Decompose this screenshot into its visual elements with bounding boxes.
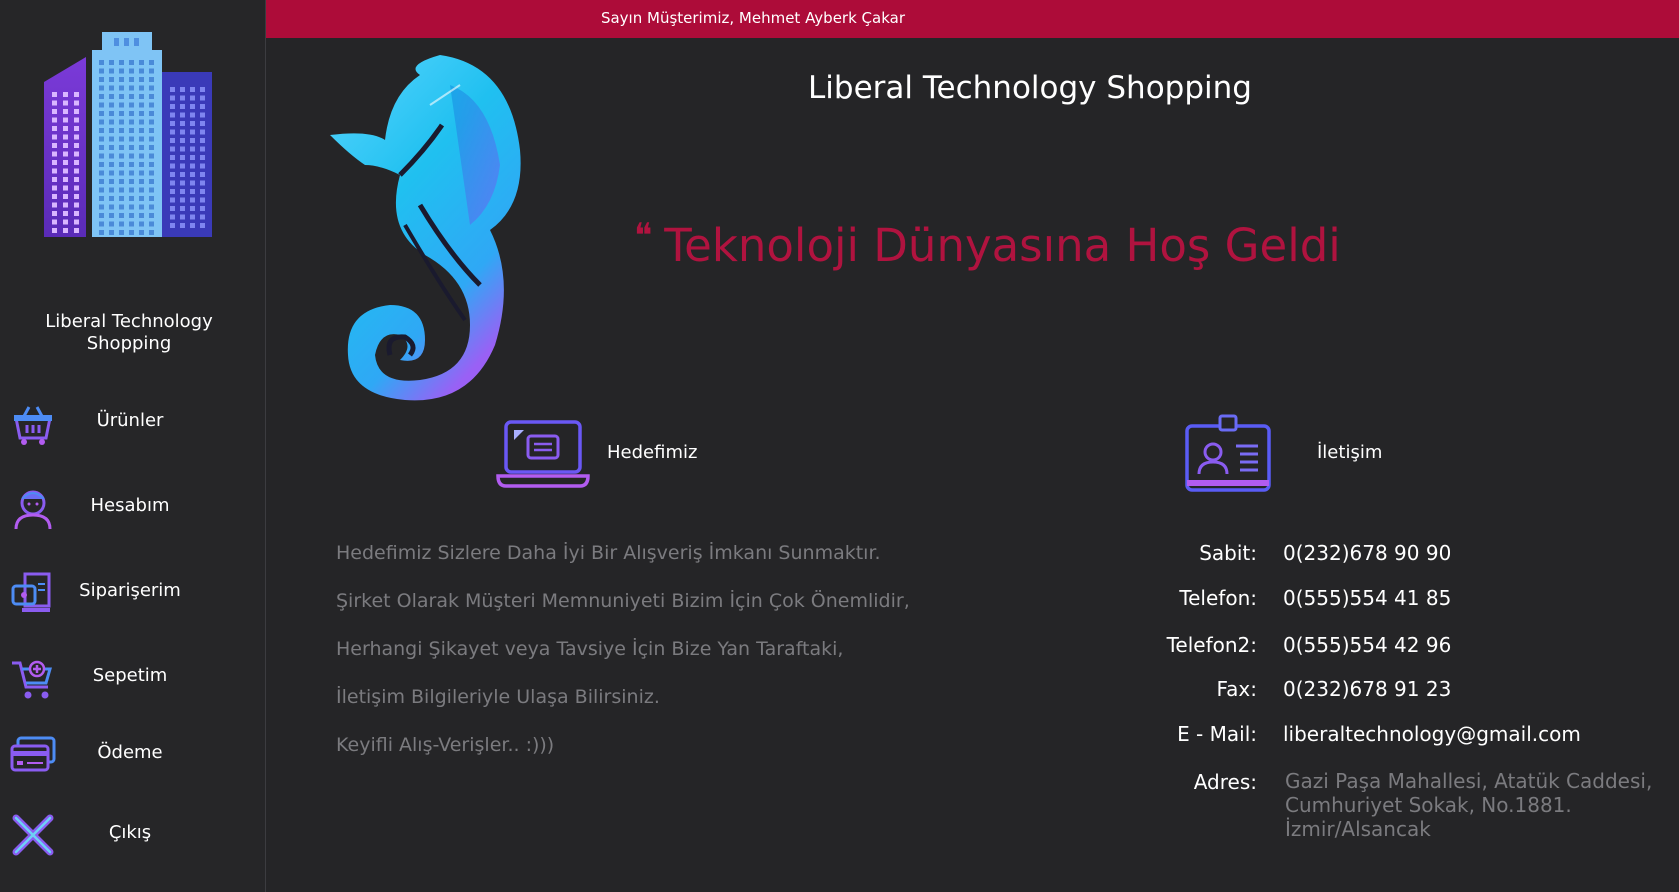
contact-value-sabit: 0(232)678 90 90 [1283,541,1452,565]
id-card-icon [1185,414,1271,492]
contact-label-fax: Fax: [1216,677,1258,701]
address-line: İzmir/Alsancak [1285,817,1431,841]
sidebar-brand-name: Liberal Technology Shopping [20,311,238,355]
goal-line: Hedefimiz Sizlere Daha İyi Bir Alışveriş… [336,542,881,564]
contact-label-sabit: Sabit: [1199,541,1257,565]
building-logo-icon [44,32,212,237]
sidebar-item-cikis[interactable]: Çıkış [0,800,265,870]
sidebar-item-sepetim[interactable]: Sepetim [0,643,265,713]
contact-value-telefon: 0(555)554 41 85 [1283,586,1452,610]
quote-icon: ❝ [634,216,653,256]
brand-line-2: Shopping [86,333,172,354]
address-line: Cumhuriyet Sokak, No.1881. [1285,793,1572,817]
cart-icon [12,660,52,699]
sidebar-item-label: Ödeme [97,742,163,763]
goal-title: Hedefimiz [607,442,698,463]
customer-greeting: Sayın Müşterimiz, Mehmet Ayberk Çakar [600,9,906,27]
sidebar-item-label: Hesabım [90,495,170,516]
user-icon [14,490,52,530]
receipt-icon [11,572,51,612]
app-window: Liberal Technology Shopping Ürünler Hesa… [0,0,1679,892]
contact-label-adres: Adres: [1193,770,1257,794]
sidebar-item-label: Ürünler [96,410,164,431]
basket-icon [14,406,52,445]
goal-line: İletişim Bilgileriyle Ulaşa Bilirsiniz. [336,686,660,708]
laptop-icon [496,420,590,488]
sidebar-item-odeme[interactable]: Ödeme [0,720,265,790]
contact-value-fax: 0(232)678 91 23 [1283,677,1452,701]
sidebar: Liberal Technology Shopping Ürünler Hesa… [0,0,266,892]
welcome-heading: ❝ Teknoloji Dünyasına Hoş Geldi [634,216,1341,272]
goal-line: Şirket Olarak Müşteri Memnuniyeti Bizim … [336,590,910,612]
sidebar-item-label: Çıkış [108,822,152,843]
close-icon [12,814,54,856]
page-title: Liberal Technology Shopping [808,70,1252,106]
contact-value-address: Gazi Paşa Mahallesi, Atatük Caddesi, Cum… [1285,769,1675,841]
address-line: Gazi Paşa Mahallesi, Atatük Caddesi, [1285,769,1653,793]
credit-card-icon [10,736,56,772]
goal-line: Herhangi Şikayet veya Tavsiye İçin Bize … [336,638,844,660]
goal-line: Keyifli Alış-Verişler.. :))) [336,734,555,756]
contact-value-telefon2: 0(555)554 42 96 [1283,633,1452,657]
top-bar: Sayın Müşterimiz, Mehmet Ayberk Çakar [266,0,1679,38]
sidebar-item-urunler[interactable]: Ürünler [0,388,265,458]
welcome-text: Teknoloji Dünyasına Hoş Geldi [664,219,1341,272]
contact-title: İletişim [1317,442,1383,463]
contact-label-telefon2: Telefon2: [1166,633,1257,657]
sidebar-item-label: Siparişerim [79,580,181,601]
contact-value-email: liberaltechnology@gmail.com [1283,722,1581,746]
sidebar-item-hesabim[interactable]: Hesabım [0,473,265,543]
seahorse-logo-icon [330,55,521,401]
brand-line-1: Liberal Technology [45,311,213,332]
contact-label-telefon: Telefon: [1179,586,1257,610]
contact-label-email: E - Mail: [1177,722,1257,746]
sidebar-item-label: Sepetim [92,665,168,686]
sidebar-item-siparislerim[interactable]: Siparişerim [0,558,265,628]
